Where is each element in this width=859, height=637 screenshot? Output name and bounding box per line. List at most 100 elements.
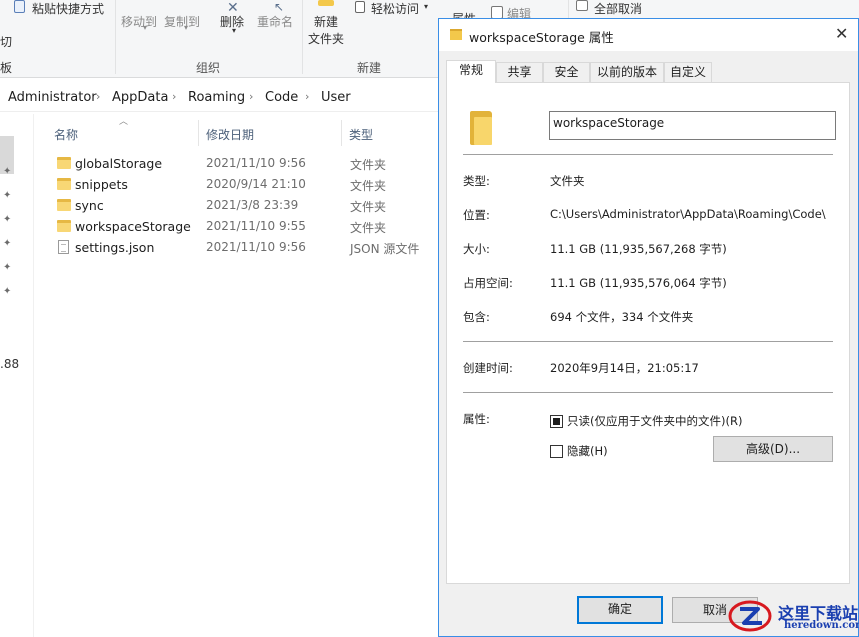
created-value: 2020年9月14日，21:05:17: [550, 361, 699, 375]
file-date: 2021/11/10 9:55: [206, 219, 306, 233]
hidden-checkbox[interactable]: [550, 445, 563, 458]
location-label: 位置:: [463, 208, 490, 222]
folder-icon: [57, 178, 71, 190]
disk-size-value: 11.1 GB (11,935,576,064 字节): [550, 276, 727, 290]
folder-icon: [450, 29, 462, 40]
divider: [463, 154, 833, 155]
file-type: 文件夹: [350, 179, 387, 193]
attributes-label: 属性:: [463, 412, 490, 426]
tab-previous-versions[interactable]: 以前的版本: [590, 62, 664, 83]
folder-icon: [470, 111, 492, 145]
new-folder-button-line2[interactable]: 文件夹: [308, 30, 344, 47]
group-label-new: 新建: [357, 61, 382, 75]
column-divider[interactable]: [341, 120, 342, 146]
column-header-modified[interactable]: 修改日期: [206, 126, 254, 143]
file-row[interactable]: snippets 2020/9/14 21:10 文件夹: [54, 175, 444, 196]
divider: [463, 392, 833, 393]
folder-icon: [57, 220, 71, 232]
ribbon-divider: [115, 0, 116, 74]
pin-icon[interactable]: ✦: [3, 262, 11, 273]
hidden-label[interactable]: 隐藏(H): [567, 443, 608, 459]
created-label: 创建时间:: [463, 361, 513, 375]
dialog-titlebar[interactable]: workspaceStorage 属性 ✕: [439, 19, 858, 51]
pin-icon[interactable]: ✦: [3, 166, 11, 177]
easy-access-icon: [355, 1, 365, 13]
chevron-down-icon: ▾: [143, 23, 148, 32]
folder-icon: [57, 157, 71, 169]
copy-to-button[interactable]: 复制到: [164, 13, 200, 30]
paste-shortcut-button[interactable]: 粘贴快捷方式: [32, 0, 104, 17]
breadcrumb-appdata[interactable]: AppData: [112, 90, 168, 105]
file-name[interactable]: sync: [75, 198, 104, 213]
folder-name-input[interactable]: workspaceStorage: [549, 111, 836, 140]
column-header-type[interactable]: 类型: [349, 126, 373, 143]
select-none-icon: [576, 0, 588, 11]
file-date: 2021/11/10 9:56: [206, 156, 306, 170]
readonly-checkbox[interactable]: [550, 415, 563, 428]
new-folder-button-line1[interactable]: 新建: [314, 13, 338, 30]
pin-icon[interactable]: ✦: [3, 238, 11, 249]
rename-icon: ↖: [274, 0, 285, 14]
size-label: 大小:: [463, 242, 490, 256]
breadcrumb-user[interactable]: User: [321, 90, 351, 105]
location-value: C:\Users\Administrator\AppData\Roaming\C…: [550, 207, 826, 221]
breadcrumb-roaming[interactable]: Roaming: [188, 90, 245, 105]
chevron-down-icon: ▾: [424, 2, 429, 11]
ribbon-divider: [302, 0, 303, 74]
contains-value: 694 个文件，334 个文件夹: [550, 310, 694, 324]
properties-dialog[interactable]: workspaceStorage 属性 ✕ 常规 共享 安全 以前的版本 自定义…: [438, 18, 859, 637]
dialog-title: workspaceStorage 属性: [469, 30, 614, 45]
file-row[interactable]: globalStorage 2021/11/10 9:56 文件夹: [54, 154, 444, 175]
chevron-down-icon: ▾: [184, 23, 189, 32]
size-value: 11.1 GB (11,935,567,268 字节): [550, 242, 727, 256]
close-icon[interactable]: ✕: [835, 24, 848, 43]
file-type: 文件夹: [350, 200, 387, 214]
file-row[interactable]: workspaceStorage 2021/11/10 9:55 文件夹: [54, 217, 444, 238]
tab-customize[interactable]: 自定义: [664, 62, 712, 83]
file-name[interactable]: workspaceStorage: [75, 219, 191, 234]
easy-access-button[interactable]: 轻松访问: [371, 0, 419, 17]
paste-shortcut-icon: [14, 0, 25, 13]
file-type: JSON 源文件: [350, 242, 420, 256]
chevron-right-icon[interactable]: ›: [305, 90, 309, 103]
group-label-organize: 组织: [196, 61, 221, 75]
tab-general[interactable]: 常规: [446, 60, 496, 83]
chevron-right-icon[interactable]: ›: [96, 90, 100, 103]
type-label: 类型:: [463, 174, 490, 188]
watermark-domain: heredown.com: [784, 620, 859, 631]
ok-button[interactable]: 确定: [577, 596, 663, 624]
tab-security[interactable]: 安全: [543, 62, 590, 83]
file-name[interactable]: globalStorage: [75, 156, 162, 171]
json-file-icon: [58, 240, 69, 254]
chevron-right-icon[interactable]: ›: [172, 90, 176, 103]
column-divider[interactable]: [198, 120, 199, 146]
pin-icon[interactable]: ✦: [3, 190, 11, 201]
address-bar[interactable]: Administrator › AppData › Roaming › Code…: [0, 84, 440, 112]
breadcrumb-administrator[interactable]: Administrator: [8, 90, 97, 105]
advanced-button[interactable]: 高级(D)...: [713, 436, 833, 462]
chevron-right-icon[interactable]: ›: [249, 90, 253, 103]
navigation-pane[interactable]: ✦ ✦ ✦ ✦ ✦ ✦ .88: [0, 114, 34, 637]
file-row[interactable]: settings.json 2021/11/10 9:56 JSON 源文件: [54, 238, 444, 259]
tab-sharing[interactable]: 共享: [496, 62, 543, 83]
pin-icon[interactable]: ✦: [3, 214, 11, 225]
file-type: 文件夹: [350, 221, 387, 235]
ribbon-fragment-cut: 切: [0, 35, 13, 49]
general-panel: workspaceStorage 类型: 文件夹 位置: C:\Users\Ad…: [446, 82, 850, 584]
ribbon-fragment-clipboard: 板: [0, 61, 13, 75]
folder-icon: [57, 199, 71, 211]
file-row[interactable]: sync 2021/3/8 23:39 文件夹: [54, 196, 444, 217]
select-none-button[interactable]: 全部取消: [594, 0, 642, 17]
readonly-label[interactable]: 只读(仅应用于文件夹中的文件)(R): [567, 413, 742, 429]
file-name[interactable]: snippets: [75, 177, 128, 192]
breadcrumb-code[interactable]: Code: [265, 90, 298, 105]
pin-icon[interactable]: ✦: [3, 286, 11, 297]
divider: [463, 341, 833, 342]
move-to-button[interactable]: 移动到: [121, 13, 157, 30]
type-value: 文件夹: [550, 174, 585, 188]
file-name[interactable]: settings.json: [75, 240, 154, 255]
column-header-name[interactable]: 名称: [54, 126, 78, 143]
sort-ascending-icon: ︿: [119, 117, 129, 127]
rename-button[interactable]: 重命名: [257, 13, 293, 30]
file-type: 文件夹: [350, 158, 387, 172]
